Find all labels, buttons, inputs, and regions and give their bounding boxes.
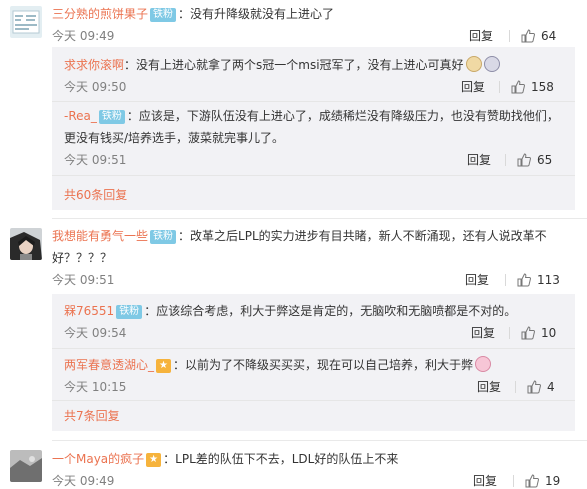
like-icon (521, 29, 535, 43)
reply-item: 两军春意透湖心_ ★ ：以前为了不降级买买买，现在可以自己培养，利大于弊 今天 10… (64, 354, 567, 398)
reply-list: 求求你滚啊：没有上进心就拿了两个s冠一个msi冠军了，没有上进心可真好 今天 0… (52, 47, 575, 210)
comment-divider (52, 218, 587, 219)
comment-2: 我想能有勇气一些 铁粉 ：改革之后LPL的实力进步有目共睹，新人不断涌现，还有人说改… (0, 224, 587, 434)
cry-emoji-icon (483, 56, 500, 72)
action-divider (515, 381, 516, 393)
avatar-image-icon (10, 450, 42, 482)
like-icon (525, 474, 539, 488)
like-icon (511, 80, 525, 94)
action-divider (499, 81, 500, 93)
more-replies-link[interactable]: 共7条回复 (64, 405, 120, 427)
reply-item: 槑76551 铁粉 ：应该综合考虑，利大于弊这是肯定的，无脑吹和无脑喷都是不对的。 … (64, 300, 567, 344)
reply-divider (52, 348, 575, 349)
like-count: 113 (537, 273, 560, 287)
reply-button[interactable]: 回复 (471, 322, 495, 344)
reply-item: -Rea_ 铁粉 ：应该是，下游队伍没有上进心了，成绩稀烂没有降级压力，也没有赞助找… (64, 105, 567, 171)
like-count: 158 (531, 80, 554, 94)
comment-3: 一个Maya的疯子 ★ ：LPL差的队伍下不去，LDL好的队伍上不来 今天 09:4… (0, 446, 587, 489)
like-button[interactable]: 65 (517, 149, 552, 171)
username[interactable]: -Rea_ (64, 109, 97, 123)
like-count: 65 (537, 153, 553, 167)
action-divider (505, 154, 506, 166)
avatar[interactable] (10, 6, 42, 38)
reply-button[interactable]: 回复 (473, 470, 497, 489)
reply-content: ：应该是，下游队伍没有上进心了，成绩稀烂没有降级压力，也没有赞助找他们，更没有钱… (64, 109, 559, 145)
vip-badge-icon: ★ (156, 359, 171, 373)
like-count: 64 (541, 29, 557, 43)
comment-1: 三分熟的煎饼果子 铁粉 ：没有升降级就没有上进心了 今天 09:49 回复 64 求… (0, 0, 587, 210)
comment-divider (52, 440, 587, 441)
action-divider (513, 475, 514, 487)
reply-time: 今天 09:54 (64, 326, 127, 340)
pig-emoji-icon (475, 356, 491, 372)
fan-badge: 铁粉 (150, 230, 177, 244)
comment-time: 今天 09:49 (52, 29, 115, 43)
username[interactable]: 两军春意透湖心_ (64, 358, 154, 372)
like-button[interactable]: 19 (525, 470, 560, 489)
reply-button[interactable]: 回复 (467, 149, 491, 171)
comment-content: ：LPL差的队伍下不去，LDL好的队伍上不来 (163, 452, 399, 466)
reply-time: 今天 09:50 (64, 80, 127, 94)
action-divider (505, 274, 506, 286)
username[interactable]: 一个Maya的疯子 (52, 452, 144, 466)
comment-text: 我想能有勇气一些 铁粉 ：改革之后LPL的实力进步有目共睹，新人不断涌现，还有人说改… (52, 225, 579, 269)
vip-badge-icon: ★ (146, 453, 162, 467)
like-icon (527, 380, 541, 394)
reply-time: 今天 10:15 (64, 380, 127, 394)
reply-button[interactable]: 回复 (469, 25, 493, 47)
reply-button[interactable]: 回复 (477, 376, 501, 398)
like-button[interactable]: 10 (521, 322, 556, 344)
reply-button[interactable]: 回复 (465, 269, 489, 291)
reply-content: ：应该综合考虑，利大于弊这是肯定的，无脑吹和无脑喷都是不对的。 (144, 304, 517, 318)
username[interactable]: 槑76551 (64, 304, 114, 318)
avatar[interactable] (10, 228, 42, 260)
cry-emoji-icon (465, 56, 482, 72)
username[interactable]: 求求你滚啊 (64, 58, 124, 72)
like-button[interactable]: 158 (511, 76, 554, 98)
like-button[interactable]: 4 (527, 376, 555, 398)
comment-time: 今天 09:51 (52, 273, 115, 287)
reply-divider (52, 175, 575, 176)
reply-divider (52, 400, 575, 401)
like-icon (521, 326, 535, 340)
fan-badge: 铁粉 (116, 305, 143, 319)
avatar[interactable] (10, 450, 42, 482)
comment-text: 一个Maya的疯子 ★ ：LPL差的队伍下不去，LDL好的队伍上不来 (52, 448, 579, 470)
like-count: 19 (545, 474, 561, 488)
like-icon (517, 273, 531, 287)
reply-content: ：没有上进心就拿了两个s冠一个msi冠军了，没有上进心可真好 (124, 58, 464, 72)
comment-text: 三分熟的煎饼果子 铁粉 ：没有升降级就没有上进心了 (52, 3, 579, 25)
like-button[interactable]: 113 (517, 269, 560, 291)
fan-badge: 铁粉 (150, 8, 177, 22)
like-count: 10 (541, 326, 557, 340)
reply-item: 求求你滚啊：没有上进心就拿了两个s冠一个msi冠军了，没有上进心可真好 今天 0… (64, 54, 567, 98)
reply-time: 今天 09:51 (64, 153, 127, 167)
fan-badge: 铁粉 (98, 110, 125, 124)
reply-list: 槑76551 铁粉 ：应该综合考虑，利大于弊这是肯定的，无脑吹和无脑喷都是不对的。 … (52, 294, 575, 431)
reply-button[interactable]: 回复 (461, 76, 485, 98)
action-divider (509, 30, 510, 42)
reply-content: ：以前为了不降级买买买，现在可以自己培养，利大于弊 (172, 358, 473, 372)
like-icon (517, 153, 531, 167)
avatar-image-icon (10, 6, 42, 38)
like-button[interactable]: 64 (521, 25, 556, 47)
reply-divider (52, 101, 575, 102)
username[interactable]: 三分熟的煎饼果子 (52, 7, 148, 21)
like-count: 4 (547, 380, 555, 394)
avatar-image-icon (10, 228, 42, 260)
username[interactable]: 我想能有勇气一些 (52, 229, 148, 243)
comment-time: 今天 09:49 (52, 474, 115, 488)
comment-content: ：没有升降级就没有上进心了 (178, 7, 335, 21)
action-divider (509, 327, 510, 339)
more-replies-link[interactable]: 共60条回复 (64, 184, 127, 206)
